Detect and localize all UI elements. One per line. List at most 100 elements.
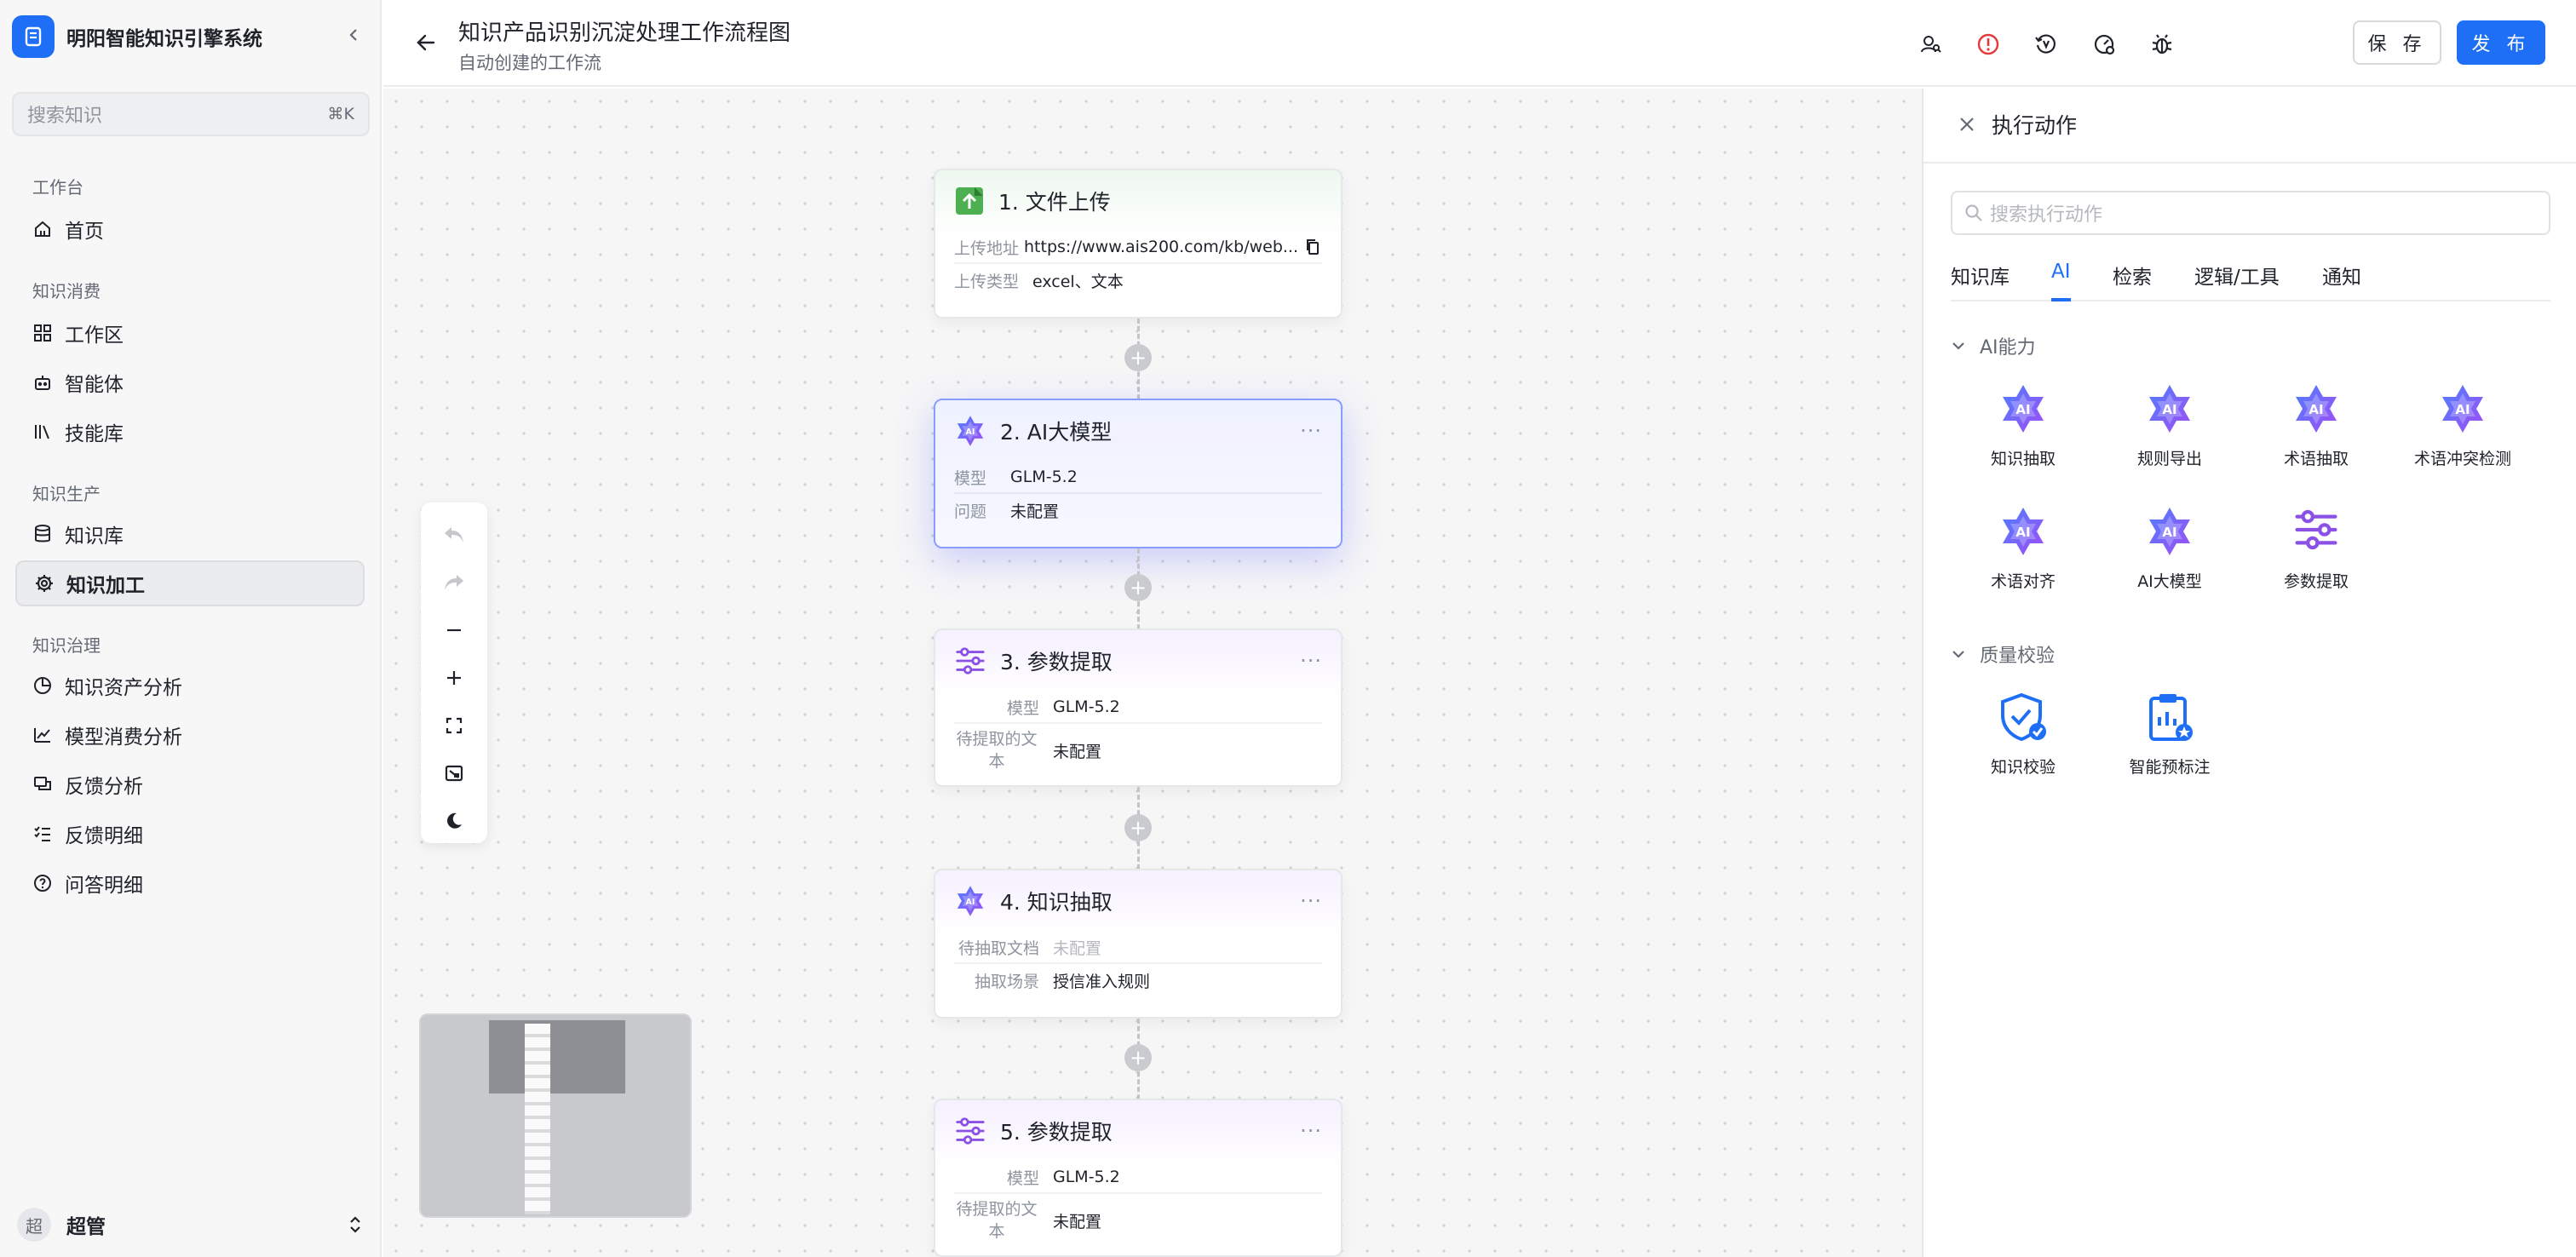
pie-chart-icon [34, 677, 51, 694]
workflow-canvas[interactable]: 1. 文件上传 上传地址 https://www.ais200.com/kb/w… [383, 89, 1922, 1257]
sidebar: 明阳智能知识引擎系统 搜索知识 ⌘K 工作台 首页 知识消费 工作区 智能体 技… [0, 0, 382, 1257]
action-term-extract[interactable]: 术语抽取 [2252, 383, 2380, 485]
users-button[interactable] [1912, 26, 1949, 63]
version-history-button[interactable] [2027, 26, 2065, 63]
warning-button[interactable] [1969, 26, 2007, 63]
tab-ai[interactable]: AI [2051, 255, 2071, 301]
sidebar-item-qa-detail[interactable]: 问答明细 [15, 860, 365, 906]
action-term-conflict[interactable]: 术语冲突检测 [2399, 383, 2527, 485]
user-search-icon [1921, 36, 1941, 53]
field-label: 抽取场景 [974, 972, 1039, 991]
sidebar-item-agents[interactable]: 智能体 [15, 359, 365, 405]
avatar: 超 [17, 1208, 51, 1242]
close-panel-button[interactable] [1952, 110, 1981, 139]
sidebar-item-model-analysis[interactable]: 模型消费分析 [15, 712, 365, 758]
workflow-node-param-extract-2[interactable]: 5. 参数提取 ··· 模型 GLM-5.2 待提取的文本 未配置 [934, 1099, 1343, 1257]
ai-star-icon [2144, 506, 2195, 557]
history-icon [2035, 34, 2056, 54]
sidebar-item-feedback-analysis[interactable]: 反馈分析 [15, 761, 365, 807]
minimap[interactable] [419, 1013, 692, 1218]
sidebar-item-label: 反馈分析 [65, 776, 143, 798]
theme-toggle-button[interactable] [421, 797, 487, 845]
page-title: 知识产品识别沉淀处理工作流程图 [458, 20, 791, 46]
field-value: GLM-5.2 [1010, 468, 1078, 486]
add-node-button[interactable]: + [1124, 814, 1152, 841]
gauge-icon [2094, 34, 2115, 55]
sidebar-item-label: 知识资产分析 [65, 677, 182, 699]
node-more-button[interactable]: ··· [1300, 419, 1322, 443]
node-title: 1. 文件上传 [998, 190, 1111, 215]
sidebar-item-asset-analysis[interactable]: 知识资产分析 [15, 663, 365, 709]
publish-button[interactable]: 发 布 [2457, 20, 2545, 65]
redo-icon [445, 575, 463, 590]
group-header-quality[interactable]: 质量校验 [1951, 640, 2055, 668]
app-logo-icon [12, 15, 55, 58]
fullscreen-icon [446, 717, 463, 734]
ai-star-icon [1998, 506, 2049, 557]
tab-notification[interactable]: 通知 [2322, 255, 2361, 301]
tab-logic-tools[interactable]: 逻辑/工具 [2194, 255, 2280, 301]
tab-retrieval[interactable]: 检索 [2113, 255, 2152, 301]
search-icon [1965, 204, 1982, 221]
clipboard-chart-icon [2149, 694, 2193, 741]
tab-knowledge-base[interactable]: 知识库 [1951, 255, 2010, 301]
action-knowledge-verify[interactable]: 知识校验 [1959, 692, 2087, 794]
chevron-down-icon [1952, 342, 1964, 350]
chevron-down-icon [1952, 651, 1964, 658]
action-smart-annotate[interactable]: 智能预标注 [2106, 692, 2234, 794]
sidebar-item-knowledge-processing[interactable]: 知识加工 [15, 560, 365, 606]
zoom-in-button[interactable] [421, 654, 487, 702]
action-panel: 执行动作 搜索执行动作 知识库 AI 检索 逻辑/工具 通知 AI能力 知识抽取… [1922, 89, 2576, 1257]
workflow-node-file-upload[interactable]: 1. 文件上传 上传地址 https://www.ais200.com/kb/w… [934, 169, 1343, 319]
sidebar-item-home[interactable]: 首页 [15, 206, 365, 252]
action-label: 知识抽取 [1990, 450, 2056, 468]
node-title: 2. AI大模型 [1000, 420, 1113, 445]
node-title: 4. 知识抽取 [1000, 890, 1113, 915]
node-more-button[interactable]: ··· [1300, 1119, 1322, 1143]
redo-button[interactable] [421, 559, 487, 606]
fit-view-button[interactable] [421, 702, 487, 749]
database-icon [35, 525, 50, 542]
zoom-out-button[interactable] [421, 606, 487, 654]
action-rule-export[interactable]: 规则导出 [2106, 383, 2234, 485]
node-more-button[interactable]: ··· [1300, 649, 1322, 673]
action-term-align[interactable]: 术语对齐 [1959, 506, 2087, 608]
back-button[interactable] [407, 24, 445, 61]
sidebar-item-workspace[interactable]: 工作区 [15, 310, 365, 356]
field-label: 上传地址 [954, 238, 1020, 258]
run-status-button[interactable] [2085, 26, 2123, 63]
sidebar-item-label: 知识加工 [66, 575, 145, 597]
field-value: 未配置 [1053, 1212, 1102, 1231]
sidebar-item-knowledge-base[interactable]: 知识库 [15, 511, 365, 557]
action-ai-model[interactable]: AI大模型 [2106, 506, 2234, 608]
group-header-ai[interactable]: AI能力 [1951, 332, 2036, 359]
action-param-extract[interactable]: 参数提取 [2252, 506, 2380, 608]
minimap-toggle-button[interactable] [421, 749, 487, 797]
workflow-node-knowledge-extract[interactable]: 4. 知识抽取 ··· 待抽取文档 未配置 抽取场景 授信准入规则 [934, 869, 1343, 1019]
close-icon [1960, 118, 1974, 131]
sidebar-item-feedback-detail[interactable]: 反馈明细 [15, 811, 365, 857]
workflow-node-param-extract[interactable]: 3. 参数提取 ··· 模型 GLM-5.2 待提取的文本 未配置 [934, 628, 1343, 787]
ai-star-icon [1998, 383, 2049, 434]
debug-button[interactable] [2143, 26, 2181, 63]
node-more-button[interactable]: ··· [1300, 889, 1322, 913]
group-title: 质量校验 [1980, 646, 2056, 667]
arrow-left-icon [417, 34, 435, 51]
search-input[interactable]: 搜索知识 ⌘K [12, 92, 370, 136]
action-knowledge-extract[interactable]: 知识抽取 [1959, 383, 2087, 485]
add-node-button[interactable]: + [1124, 1044, 1152, 1071]
workflow-node-ai-model[interactable]: 2. AI大模型 ··· 模型 GLM-5.2 问题 未配置 [934, 399, 1343, 548]
action-label: 知识校验 [1990, 758, 2056, 777]
copy-icon[interactable] [1305, 238, 1320, 255]
action-search-input[interactable]: 搜索执行动作 [1951, 191, 2550, 235]
sidebar-item-skills[interactable]: 技能库 [15, 409, 365, 455]
save-button[interactable]: 保 存 [2353, 20, 2441, 65]
add-node-button[interactable]: + [1124, 344, 1152, 371]
minimap-viewport[interactable] [489, 1020, 625, 1093]
add-node-button[interactable]: + [1124, 574, 1152, 601]
user-menu[interactable]: 超 超管 [12, 1201, 370, 1248]
sidebar-item-label: 智能体 [65, 374, 124, 396]
section-title-production: 知识生产 [32, 484, 101, 504]
undo-button[interactable] [421, 511, 487, 559]
collapse-sidebar-button[interactable] [341, 22, 366, 48]
